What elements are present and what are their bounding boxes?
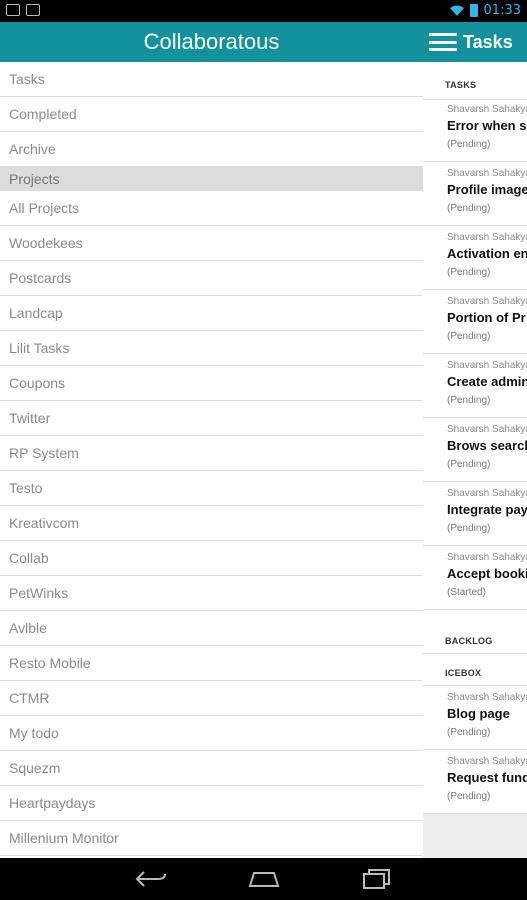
drawer-header: Collaboratous [0, 22, 423, 62]
task-title: Profile image [447, 182, 527, 197]
project-item[interactable]: Heartpaydays [0, 786, 423, 821]
task-assignee: Shavarsh Sahakyan [447, 488, 527, 499]
task-title: Error when s [447, 118, 527, 133]
task-row[interactable]: Shavarsh Sahakyan Request fund (Pending) [423, 750, 527, 814]
project-item[interactable]: PetWinks [0, 576, 423, 611]
drawer-item-tasks[interactable]: Tasks [0, 62, 423, 97]
task-assignee: Shavarsh Sahakyan [447, 552, 527, 563]
task-status: (Pending) [447, 331, 491, 342]
task-title: Request fund [447, 770, 527, 785]
task-row[interactable]: Shavarsh Sahakyan Accept booki (Started) [423, 546, 527, 610]
task-title: Activation en [447, 246, 527, 261]
drawer-item-archive[interactable]: Archive [0, 132, 423, 167]
task-status: (Pending) [447, 523, 491, 534]
task-row[interactable]: Shavarsh Sahakyan Error when s (Pending) [423, 100, 527, 162]
task-status: (Pending) [447, 395, 491, 406]
battery-icon [469, 4, 478, 17]
task-assignee: Shavarsh Sahakyan [447, 424, 527, 435]
group-label-backlog: BACKLOG [423, 610, 527, 654]
project-item[interactable]: Woodekees [0, 226, 423, 261]
drawer-item-completed[interactable]: Completed [0, 97, 423, 132]
system-nav-bar [0, 858, 527, 900]
task-row[interactable]: Shavarsh Sahakyan Create admin (Pending) [423, 354, 527, 418]
projects-section-header: Projects [0, 167, 423, 191]
task-row[interactable]: Shavarsh Sahakyan Brows search (Pending) [423, 418, 527, 482]
task-row[interactable]: Shavarsh Sahakyan Blog page (Pending) [423, 686, 527, 750]
recents-icon[interactable] [357, 866, 397, 892]
task-title: Create admin [447, 374, 527, 389]
project-item[interactable]: RP System [0, 436, 423, 471]
tasks-title: Tasks [463, 31, 513, 52]
task-title: Portion of Pr [447, 310, 526, 325]
task-status: (Pending) [447, 267, 491, 278]
project-item[interactable]: Twitter [0, 401, 423, 436]
project-item[interactable]: Landcap [0, 296, 423, 331]
task-row[interactable]: Shavarsh Sahakyan Profile image (Pending… [423, 162, 527, 226]
project-item[interactable]: Resto Mobile [0, 646, 423, 681]
task-status: (Pending) [447, 139, 491, 150]
group-label-icebox: ICEBOX [423, 654, 527, 686]
group-label-tasks: TASKS [423, 62, 527, 100]
project-item[interactable]: Collab [0, 541, 423, 576]
clock: 01:33 [483, 3, 521, 18]
project-item[interactable]: Postcards [0, 261, 423, 296]
task-row[interactable]: Shavarsh Sahakyan Portion of Pr (Pending… [423, 290, 527, 354]
task-assignee: Shavarsh Sahakyan [447, 168, 527, 179]
project-item[interactable]: Avlble [0, 611, 423, 646]
task-assignee: Shavarsh Sahakyan [447, 296, 527, 307]
project-item[interactable]: Coupons [0, 366, 423, 401]
task-status: (Pending) [447, 791, 491, 802]
project-item[interactable]: Millenium Monitor [0, 821, 423, 856]
home-icon[interactable] [244, 866, 284, 892]
task-title: Blog page [447, 706, 510, 721]
navigation-drawer: Collaboratous Tasks Completed Archive Pr… [0, 22, 423, 858]
project-item[interactable]: Lilit Tasks [0, 331, 423, 366]
task-title: Integrate pay [447, 502, 527, 517]
notification-icon [6, 4, 20, 16]
project-item[interactable]: Squezm [0, 751, 423, 786]
status-bar: 01:33 [0, 0, 527, 22]
photo-notification-icon [26, 4, 40, 16]
project-item[interactable]: All Projects [0, 191, 423, 226]
menu-icon[interactable] [429, 33, 457, 51]
task-assignee: Shavarsh Sahakyan [447, 692, 527, 703]
task-assignee: Shavarsh Sahakyan [447, 360, 527, 371]
task-row[interactable]: Shavarsh Sahakyan Integrate pay (Pending… [423, 482, 527, 546]
wifi-icon [449, 5, 464, 16]
tasks-panel: Tasks TASKS Shavarsh Sahakyan Error when… [423, 22, 527, 858]
task-title: Accept booki [447, 566, 527, 581]
task-assignee: Shavarsh Sahakyan [447, 232, 527, 243]
project-item[interactable]: My todo [0, 716, 423, 751]
task-row[interactable]: Shavarsh Sahakyan Activation en (Pending… [423, 226, 527, 290]
task-assignee: Shavarsh Sahakyan [447, 104, 527, 115]
project-item[interactable]: CTMR [0, 681, 423, 716]
app-title: Collaboratous [143, 29, 280, 54]
back-icon[interactable] [131, 866, 171, 892]
project-item[interactable]: Testo [0, 471, 423, 506]
task-status: (Pending) [447, 203, 491, 214]
task-assignee: Shavarsh Sahakyan [447, 756, 527, 767]
task-status: (Pending) [447, 727, 491, 738]
tasks-header: Tasks [423, 22, 527, 62]
task-title: Brows search [447, 438, 527, 453]
task-status: (Pending) [447, 459, 491, 470]
project-item[interactable]: Kreativcom [0, 506, 423, 541]
task-status: (Started) [447, 587, 486, 598]
